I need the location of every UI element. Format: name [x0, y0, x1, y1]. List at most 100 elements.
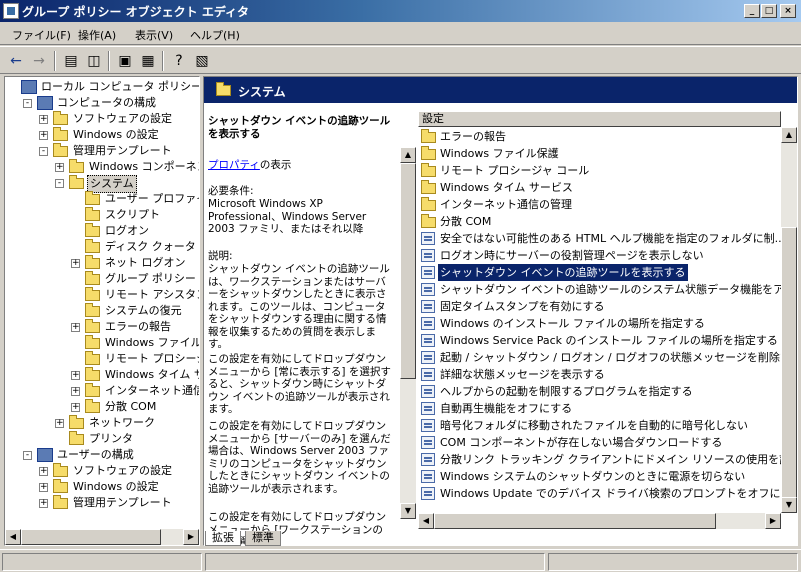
list-item[interactable]: エラーの報告: [418, 128, 781, 145]
expand-icon[interactable]: +: [71, 371, 80, 380]
tree-node[interactable]: グループ ポリシー: [5, 271, 199, 287]
list-item[interactable]: インターネット通信の管理: [418, 196, 781, 213]
tree-pane[interactable]: ローカル コンピュータ ポリシー - コンピュータの構成 + ソフトウェアの設定 + Win…: [4, 76, 200, 546]
list-item[interactable]: Windows タイム サービス: [418, 179, 781, 196]
collapse-icon[interactable]: -: [55, 179, 64, 188]
tree-node[interactable]: Windows ファイル保護: [5, 335, 199, 351]
list-item[interactable]: 固定タイムスタンプを有効にする: [418, 298, 781, 315]
tree-horizontal-scrollbar[interactable]: ◀ ▶: [5, 529, 199, 545]
expand-icon[interactable]: +: [71, 403, 80, 412]
tree-node[interactable]: + Windows の設定: [5, 127, 199, 143]
menu-help[interactable]: ヘルプ(H): [190, 27, 240, 43]
list-item[interactable]: シャットダウン イベントの追跡ツールを表示する: [418, 264, 781, 281]
tree-node[interactable]: ディスク クォータ: [5, 239, 199, 255]
export-list-icon[interactable]: ▦: [137, 51, 159, 71]
list-item[interactable]: 暗号化フォルダに移動されたファイルを自動的に暗号化しない: [418, 417, 781, 434]
list-item[interactable]: 自動再生機能をオフにする: [418, 400, 781, 417]
tree-node[interactable]: + ソフトウェアの設定: [5, 463, 199, 479]
scroll-thumb[interactable]: [434, 513, 716, 529]
tree-node[interactable]: - システム: [5, 175, 199, 193]
back-arrow-icon[interactable]: ←: [5, 51, 27, 71]
menu-view[interactable]: 表示(V): [135, 27, 173, 43]
expand-icon[interactable]: +: [71, 387, 80, 396]
list-vertical-scrollbar[interactable]: ▲ ▼: [781, 127, 797, 513]
collapse-icon[interactable]: -: [39, 147, 48, 156]
expand-icon[interactable]: +: [71, 323, 80, 332]
tree-node[interactable]: + ネット ログオン: [5, 255, 199, 271]
scroll-down-icon[interactable]: ▼: [400, 503, 416, 519]
list-item[interactable]: Windows Update でのデバイス ドライバ検索のプロンプトをオフにする: [418, 485, 781, 502]
tree-node[interactable]: + 分散 COM: [5, 399, 199, 415]
list-item[interactable]: 詳細な状態メッセージを表示する: [418, 366, 781, 383]
tree-node[interactable]: - 管理用テンプレート: [5, 143, 199, 159]
list-item[interactable]: ログオン時にサーバーの役割管理ページを表示しない: [418, 247, 781, 264]
tab-standard[interactable]: 標準: [245, 531, 281, 546]
menu-action[interactable]: 操作(A): [78, 27, 116, 43]
list-item[interactable]: Windows Service Pack のインストール ファイルの場所を指定す…: [418, 332, 781, 349]
expand-icon[interactable]: +: [39, 483, 48, 492]
scroll-up-icon[interactable]: ▲: [781, 127, 797, 143]
list-item[interactable]: COM コンポーネントが存在しない場合ダウンロードする: [418, 434, 781, 451]
list-item[interactable]: リモート プロシージャ コール: [418, 162, 781, 179]
tree-node[interactable]: + インターネット通信の管理: [5, 383, 199, 399]
scroll-thumb[interactable]: [781, 227, 797, 507]
expand-icon[interactable]: +: [55, 419, 64, 428]
scroll-thumb[interactable]: [21, 529, 161, 545]
close-button[interactable]: ×: [780, 4, 796, 18]
tree-node[interactable]: ログオン: [5, 223, 199, 239]
tree-node[interactable]: + Windows コンポーネント: [5, 159, 199, 175]
list-horizontal-scrollbar[interactable]: ◀ ▶: [418, 513, 781, 529]
expand-icon[interactable]: +: [39, 131, 48, 140]
tree-node[interactable]: ユーザー プロファイル: [5, 191, 199, 207]
scroll-right-icon[interactable]: ▶: [183, 529, 199, 545]
scroll-left-icon[interactable]: ◀: [5, 529, 21, 545]
tree-node[interactable]: + ネットワーク: [5, 415, 199, 431]
properties-link[interactable]: プロパティ: [208, 159, 260, 171]
list-item[interactable]: 分散 COM: [418, 213, 781, 230]
tree-node[interactable]: + Windows タイム サービス: [5, 367, 199, 383]
tree-node[interactable]: + Windows の設定: [5, 479, 199, 495]
expand-icon[interactable]: +: [55, 163, 64, 172]
tab-extended[interactable]: 拡張: [205, 531, 241, 546]
list-item[interactable]: 分散リンク トラッキング クライアントにドメイン リソースの使用を許可す...: [418, 451, 781, 468]
tree-node[interactable]: システムの復元: [5, 303, 199, 319]
scroll-left-icon[interactable]: ◀: [418, 513, 434, 529]
list-item[interactable]: Windows のインストール ファイルの場所を指定する: [418, 315, 781, 332]
column-header-setting[interactable]: 設定: [418, 111, 781, 127]
up-folder-icon[interactable]: ▤: [60, 51, 82, 71]
tree-node[interactable]: + ソフトウェアの設定: [5, 111, 199, 127]
tree-node[interactable]: スクリプト: [5, 207, 199, 223]
tree-node[interactable]: - ユーザーの構成: [5, 447, 199, 463]
tree-node[interactable]: - コンピュータの構成: [5, 95, 199, 111]
console-icon[interactable]: ▧: [191, 51, 213, 71]
minimize-button[interactable]: _: [744, 4, 760, 18]
tree-node[interactable]: リモート アシスタンス: [5, 287, 199, 303]
tree-node[interactable]: リモート プロシージャ コール: [5, 351, 199, 367]
list-item[interactable]: Windows システムのシャットダウンのときに電源を切らない: [418, 468, 781, 485]
collapse-icon[interactable]: -: [23, 451, 32, 460]
expand-icon[interactable]: +: [39, 115, 48, 124]
description-scrollbar[interactable]: ▲ ▼: [400, 147, 416, 519]
properties-icon[interactable]: ▣: [114, 51, 136, 71]
scroll-down-icon[interactable]: ▼: [781, 497, 797, 513]
list-item[interactable]: Windows ファイル保護: [418, 145, 781, 162]
scroll-up-icon[interactable]: ▲: [400, 147, 416, 163]
list-item[interactable]: ヘルプからの起動を制限するプログラムを指定する: [418, 383, 781, 400]
tree-node[interactable]: プリンタ: [5, 431, 199, 447]
tree-node[interactable]: + 管理用テンプレート: [5, 495, 199, 511]
expand-icon[interactable]: +: [39, 499, 48, 508]
tree-node[interactable]: + エラーの報告: [5, 319, 199, 335]
list-item[interactable]: 起動 / シャットダウン / ログオン / ログオフの状態メッセージを削除す..…: [418, 349, 781, 366]
menu-file[interactable]: ファイル(F): [12, 27, 71, 43]
forward-arrow-icon[interactable]: →: [28, 51, 50, 71]
expand-icon[interactable]: +: [71, 259, 80, 268]
scroll-right-icon[interactable]: ▶: [765, 513, 781, 529]
list-item[interactable]: シャットダウン イベントの追跡ツールのシステム状態データ機能をアク...: [418, 281, 781, 298]
collapse-icon[interactable]: -: [23, 99, 32, 108]
settings-list[interactable]: 設定 エラーの報告 Windows ファイル保護 リモート プロシージャ コール Wi…: [418, 111, 797, 529]
expand-icon[interactable]: +: [39, 467, 48, 476]
tree-node[interactable]: ローカル コンピュータ ポリシー: [5, 79, 199, 95]
help-icon[interactable]: ?: [168, 51, 190, 71]
scroll-thumb[interactable]: [400, 163, 416, 379]
maximize-button[interactable]: □: [761, 4, 777, 18]
